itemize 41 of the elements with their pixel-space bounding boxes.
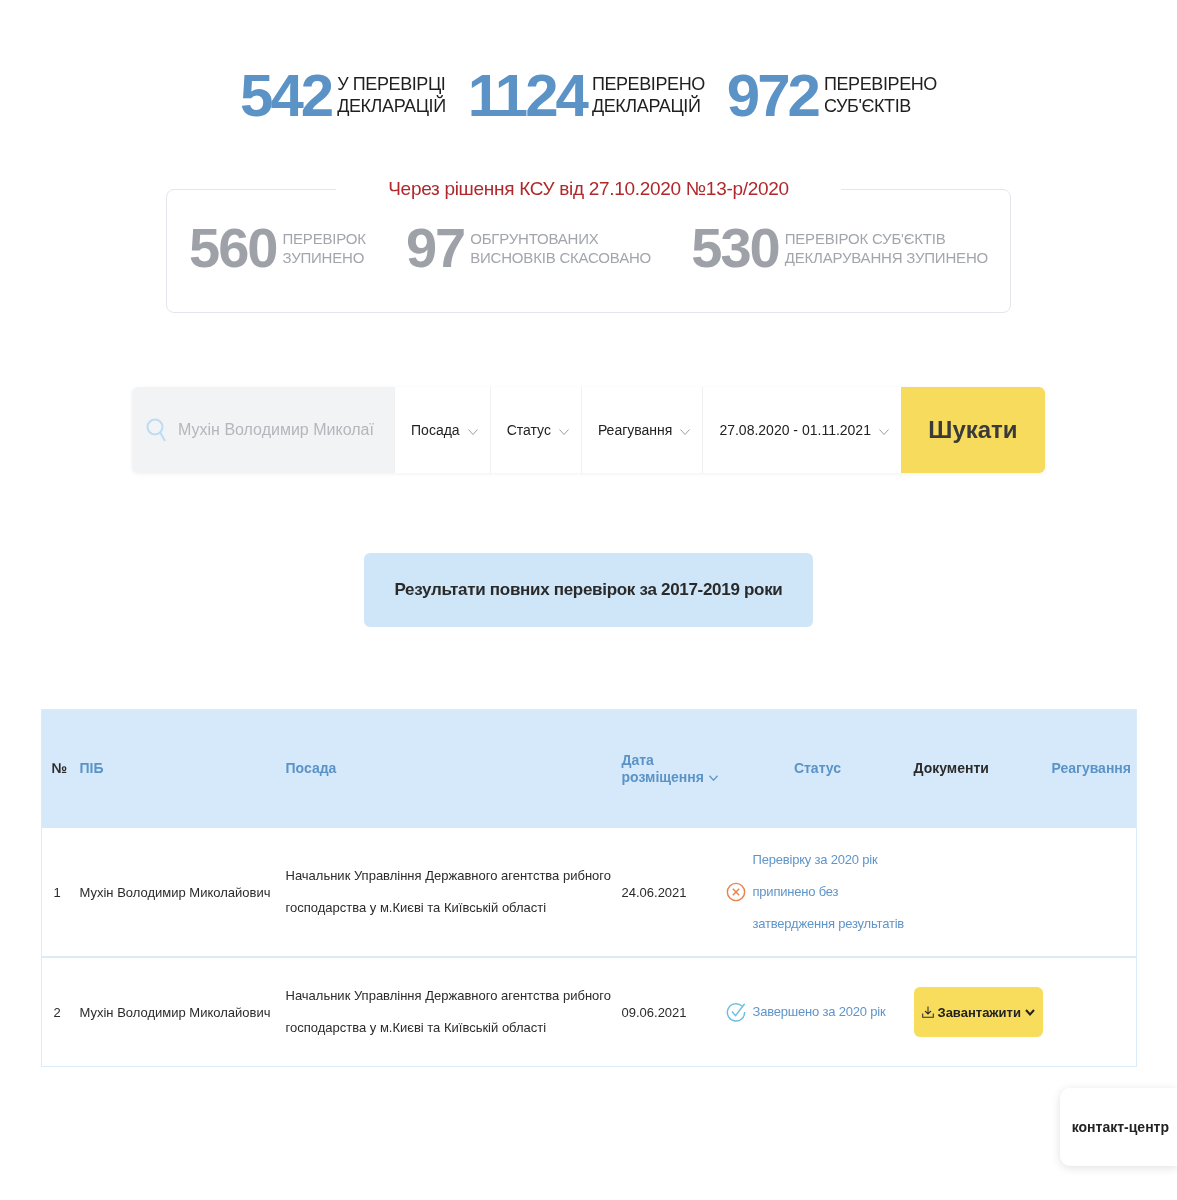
status-text: Завершено за 2020 рік	[752, 1003, 886, 1021]
chevron-down-icon	[680, 429, 691, 435]
search-field[interactable]: Мухін Володимир Миколаї	[132, 387, 395, 473]
date-cell: 24.06.2021	[621, 884, 687, 900]
counter-label: ОБГРУНТОВАНИХ ВИСНОВКІВ СКАСОВАНО	[470, 228, 652, 268]
name-cell: Мухін Володимир Миколайович	[79, 884, 271, 900]
position-cell-text: Начальник Управління Державного агентства рибного господарства у м.Києві та Київській області	[285, 987, 612, 1037]
download-icon	[921, 1006, 934, 1018]
chevron-down-icon	[1024, 1008, 1035, 1016]
search-button[interactable]: Шукати	[900, 387, 1045, 473]
counter-label: ПЕРЕВІРОК СУБ'ЄКТІВ ДЕКЛАРУВАННЯ ЗУПИНЕНО	[784, 228, 988, 268]
column-header: №	[51, 760, 68, 778]
status-text: Перевірку за 2020 рік припинено без затвердження результатів	[752, 851, 906, 933]
counter-value: 530	[691, 220, 779, 276]
chevron-down-icon	[558, 429, 569, 435]
row-number: 1	[52, 884, 61, 900]
column-header: Документи	[913, 760, 989, 778]
search-icon	[146, 418, 167, 442]
counter-value: 97	[405, 220, 465, 276]
download-button[interactable]: Завантажити	[913, 987, 1043, 1037]
counter-value: 972	[726, 66, 818, 126]
row-number: 2	[52, 1004, 61, 1020]
chevron-down-icon	[467, 429, 478, 435]
counter-label: ПЕРЕВІРОК ЗУПИНЕНО	[282, 228, 366, 268]
contact-center-button[interactable]: контакт-центр	[1059, 1088, 1177, 1166]
results-button[interactable]: Результати повних перевірок за 2017-2019 роки	[364, 553, 813, 627]
position-cell-text: Начальник Управління Державного агентства рибного господарства у м.Києві та Київській області	[285, 867, 612, 917]
counter-label: ПЕРЕВІРЕНО СУБ'ЄКТІВ	[823, 74, 937, 118]
counter-value: 560	[189, 220, 277, 276]
filter-dropdown[interactable]: Реагування	[580, 387, 703, 473]
name-cell: Мухін Володимир Миколайович	[79, 1004, 271, 1020]
filter-dropdown[interactable]: Статус	[489, 387, 581, 473]
counter-value: 542	[240, 66, 332, 126]
counter-label: У ПЕРЕВІРЦІ ДЕКЛАРАЦІЙ	[337, 74, 446, 118]
date-cell: 09.06.2021	[621, 1004, 687, 1020]
filter-dropdown[interactable]: 27.08.2020 - 01.11.2021	[702, 387, 901, 473]
counter-value: 1124	[467, 66, 586, 126]
counter-label: ПЕРЕВІРЕНО ДЕКЛАРАЦІЙ	[591, 74, 705, 118]
panel-caption: Через рішення КСУ від 27.10.2020 №13-р/2020	[387, 178, 790, 200]
chevron-down-icon	[878, 429, 889, 435]
filter-dropdown[interactable]: Посада	[394, 387, 490, 473]
